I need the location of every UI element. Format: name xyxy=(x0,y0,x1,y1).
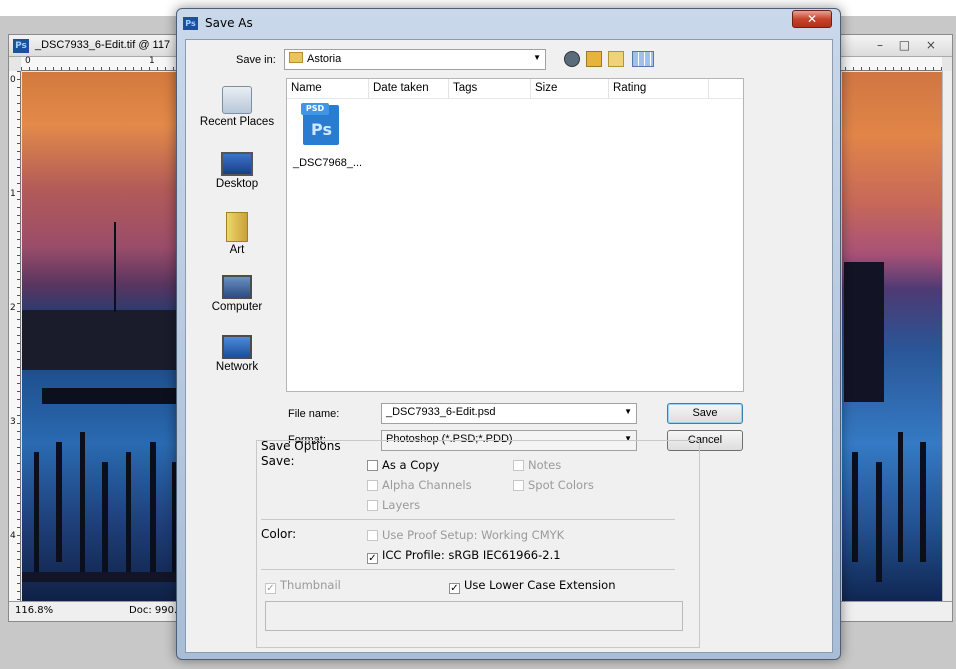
dialog-title: Save As xyxy=(205,16,253,30)
photoshop-icon: Ps xyxy=(13,39,29,53)
back-icon[interactable] xyxy=(564,51,580,67)
file-name-input[interactable]: _DSC7933_6-Edit.psd ▼ xyxy=(381,403,637,424)
use-proof-setup-label: Use Proof Setup: Working CMYK xyxy=(382,528,565,542)
save-in-label: Save in: xyxy=(236,54,276,66)
alpha-channels-label: Alpha Channels xyxy=(382,478,472,492)
checkbox-box: ✓ xyxy=(265,583,276,594)
new-folder-icon[interactable] xyxy=(608,51,624,67)
chevron-down-icon: ▼ xyxy=(624,407,632,416)
place-art[interactable]: Art xyxy=(190,212,284,256)
place-label: Desktop xyxy=(215,178,259,190)
checkbox-box xyxy=(367,500,378,511)
spot-colors-label: Spot Colors xyxy=(528,478,594,492)
photo-canvas-left xyxy=(22,72,192,603)
place-label: Network xyxy=(215,361,259,373)
save-label: Save: xyxy=(261,454,295,468)
place-computer[interactable]: Computer xyxy=(190,275,284,313)
photoshop-icon: Ps xyxy=(183,17,198,30)
file-item[interactable]: PSD Ps _DSC7968_... xyxy=(287,79,371,179)
file-list-pane[interactable]: Name Date taken Tags Size Rating PSD Ps … xyxy=(286,78,744,392)
ruler-number: 2 xyxy=(10,303,16,313)
place-label: Recent Places xyxy=(199,116,275,128)
psd-file-icon: PSD Ps xyxy=(301,103,339,145)
use-proof-setup-checkbox[interactable]: Use Proof Setup: Working CMYK xyxy=(367,528,564,542)
column-header-size[interactable]: Size xyxy=(531,79,609,99)
divider xyxy=(261,519,675,520)
column-header-date-taken[interactable]: Date taken xyxy=(369,79,449,99)
chevron-down-icon: ▼ xyxy=(533,53,541,62)
ruler-number: 0 xyxy=(10,75,16,85)
file-name-label: File name: xyxy=(288,408,340,420)
recent-places-icon xyxy=(222,86,252,114)
ruler-number: 4 xyxy=(10,531,16,541)
notes-checkbox[interactable]: Notes xyxy=(513,458,561,472)
place-label: Computer xyxy=(211,301,263,313)
layers-label: Layers xyxy=(382,498,421,512)
places-bar: Recent Places Desktop Art Computer Netwo… xyxy=(190,72,284,420)
save-button[interactable]: Save xyxy=(667,403,743,424)
checkbox-box xyxy=(367,530,378,541)
document-title: _DSC7933_6-Edit.tif @ 117 xyxy=(35,39,171,51)
as-a-copy-checkbox[interactable]: As a Copy xyxy=(367,458,439,472)
folder-icon xyxy=(289,52,303,63)
save-options-title: Save Options xyxy=(261,439,341,453)
checkbox-box xyxy=(513,480,524,491)
notes-label: Notes xyxy=(528,458,562,472)
vertical-scrollbar[interactable] xyxy=(942,71,952,603)
save-options-group: Save Options Save: As a Copy Notes Alpha… xyxy=(256,439,700,648)
zoom-level[interactable]: 116.8% xyxy=(15,605,53,616)
place-recent-places[interactable]: Recent Places xyxy=(190,86,284,128)
psd-tag: PSD xyxy=(301,103,329,115)
place-network[interactable]: Network xyxy=(190,335,284,373)
spot-colors-checkbox[interactable]: Spot Colors xyxy=(513,478,594,492)
desktop-icon xyxy=(221,152,253,176)
computer-icon xyxy=(222,275,252,299)
icc-profile-label: ICC Profile: sRGB IEC61966-2.1 xyxy=(382,548,561,562)
thumbnail-label: Thumbnail xyxy=(280,578,341,592)
checkbox-box: ✓ xyxy=(367,553,378,564)
vertical-ruler: 0 1 2 3 4 xyxy=(9,71,21,603)
place-label: Art xyxy=(229,244,245,256)
save-as-dialog: Ps Save As ✕ Save in: Astoria ▼ Recent P… xyxy=(176,8,841,660)
file-name: _DSC7968_... xyxy=(293,157,363,169)
divider xyxy=(261,569,675,570)
as-a-copy-label: As a Copy xyxy=(382,458,440,472)
ruler-number: 1 xyxy=(10,189,16,199)
ps-glyph: Ps xyxy=(311,120,332,139)
checkbox-box xyxy=(367,460,378,471)
photo-canvas-right xyxy=(842,72,942,603)
checkbox-box: ✓ xyxy=(449,583,460,594)
checkbox-box xyxy=(513,460,524,471)
view-menu-icon[interactable] xyxy=(632,51,654,67)
save-in-value: Astoria xyxy=(307,53,342,65)
ruler-number: 1 xyxy=(149,56,155,66)
place-desktop[interactable]: Desktop xyxy=(190,152,284,190)
desktop-background: Ps _DSC7933_6-Edit.tif @ 117 – □ × 0 1 0… xyxy=(0,0,956,669)
close-button[interactable]: ✕ xyxy=(792,10,832,28)
color-label: Color: xyxy=(261,527,297,541)
thumbnail-checkbox[interactable]: ✓ Thumbnail xyxy=(265,578,341,594)
file-name-value: _DSC7933_6-Edit.psd xyxy=(386,406,496,418)
description-box xyxy=(265,601,683,631)
layers-checkbox[interactable]: Layers xyxy=(367,498,420,512)
network-icon xyxy=(222,335,252,359)
icc-profile-checkbox[interactable]: ✓ ICC Profile: sRGB IEC61966-2.1 xyxy=(367,548,561,564)
lower-case-extension-checkbox[interactable]: ✓ Use Lower Case Extension xyxy=(449,578,616,594)
dialog-client-area: Save in: Astoria ▼ Recent Places Desktop xyxy=(185,39,833,653)
save-in-dropdown[interactable]: Astoria ▼ xyxy=(284,49,546,70)
ruler-number: 0 xyxy=(25,56,31,66)
folder-icon xyxy=(226,212,248,242)
alpha-channels-checkbox[interactable]: Alpha Channels xyxy=(367,478,472,492)
up-folder-icon[interactable] xyxy=(586,51,602,67)
lower-case-extension-label: Use Lower Case Extension xyxy=(464,578,616,592)
column-header-tags[interactable]: Tags xyxy=(449,79,531,99)
ruler-number: 3 xyxy=(10,417,16,427)
checkbox-box xyxy=(367,480,378,491)
window-controls[interactable]: – □ × xyxy=(877,38,942,52)
column-header-rating[interactable]: Rating xyxy=(609,79,709,99)
